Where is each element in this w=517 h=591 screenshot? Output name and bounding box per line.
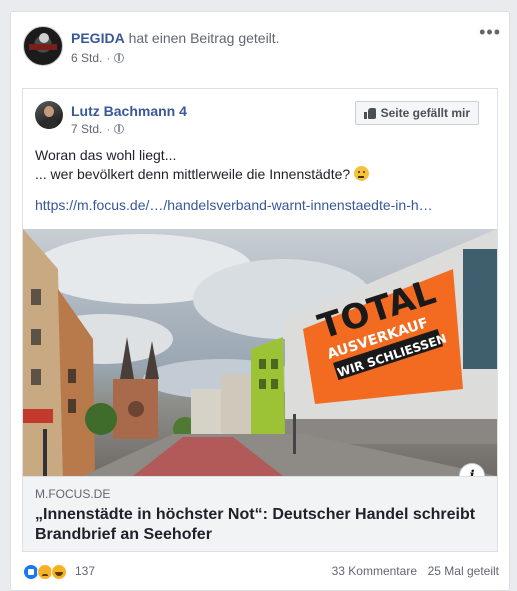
globe-icon[interactable] (114, 124, 125, 134)
reaction-count[interactable]: 137 (75, 564, 95, 578)
post-meta: 6 Std. · (71, 51, 125, 65)
feed-post: PEGIDA hat einen Beitrag geteilt. 6 Std.… (10, 11, 510, 591)
page-name-link[interactable]: PEGIDA (71, 30, 125, 46)
post-text-line2: ... wer bevölkert denn mittlerweile die … (35, 166, 351, 182)
post-header: PEGIDA hat einen Beitrag geteilt. (71, 30, 280, 46)
like-page-label: Seite gefällt mir (380, 106, 470, 120)
article-image[interactable]: TOTAL AUSVERKAUF WIR SCHLIESSEN i (23, 229, 497, 476)
link-domain: M.FOCUS.DE (35, 487, 111, 501)
post-text-line1: Woran das wohl liegt... (35, 147, 177, 163)
author-avatar[interactable] (35, 101, 63, 129)
link-preview-box[interactable]: M.FOCUS.DE „Innenstädte in höchster Not“… (23, 476, 497, 551)
thinking-emoji-icon (354, 166, 370, 181)
post-text: Woran das wohl liegt... ... wer bevölker… (35, 146, 370, 184)
article-url-link[interactable]: https://m.focus.de/…/handelsverband-warn… (35, 197, 433, 213)
shared-meta: 7 Std. · (71, 122, 125, 136)
comments-count-link[interactable]: 33 Kommentare (332, 564, 417, 578)
page-avatar[interactable] (23, 26, 63, 66)
post-timestamp[interactable]: 6 Std. (71, 51, 102, 65)
shares-count-link[interactable]: 25 Mal geteilt (428, 564, 499, 578)
like-page-button[interactable]: Seite gefällt mir (354, 101, 479, 125)
link-headline[interactable]: „Innenstädte in höchster Not“: Deutscher… (35, 505, 485, 545)
thumbs-up-icon (363, 107, 376, 119)
reaction-icons[interactable] (23, 564, 67, 580)
shared-post: Lutz Bachmann 4 7 Std. · Seite gefällt m… (22, 88, 498, 552)
author-name-link[interactable]: Lutz Bachmann 4 (71, 103, 187, 119)
street-scene-image: TOTAL AUSVERKAUF WIR SCHLIESSEN (23, 229, 497, 476)
post-footer: 137 33 Kommentare 25 Mal geteilt (21, 561, 501, 583)
more-options-icon[interactable]: ••• (479, 22, 501, 43)
post-action-text: hat einen Beitrag geteilt. (128, 30, 280, 46)
haha-icon (51, 564, 67, 580)
shared-timestamp[interactable]: 7 Std. (71, 122, 102, 136)
globe-icon[interactable] (114, 53, 125, 63)
